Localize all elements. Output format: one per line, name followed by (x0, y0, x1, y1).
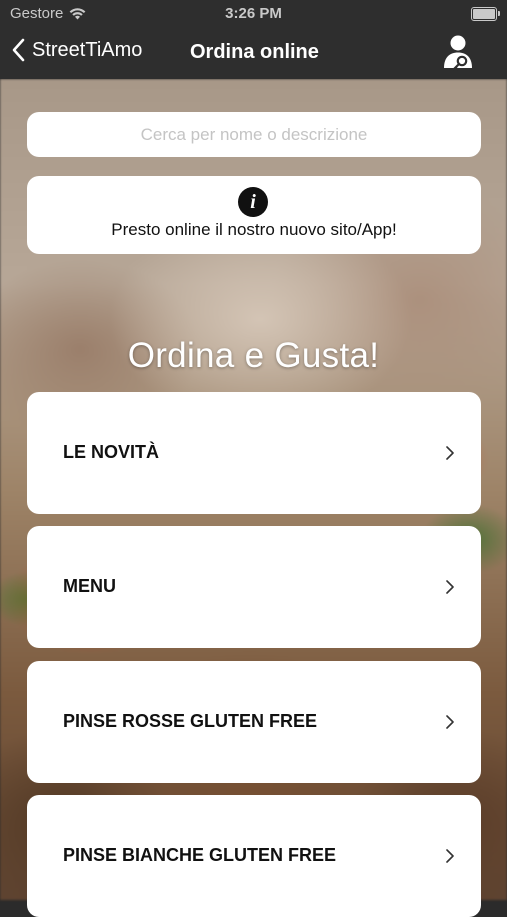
search-input[interactable] (27, 112, 481, 157)
user-account-button[interactable] (443, 34, 475, 72)
chevron-right-icon (446, 715, 454, 729)
top-bar: Gestore 3:26 PM StreetTiAmo Ordina onlin… (0, 0, 507, 79)
info-icon: i (238, 187, 268, 217)
back-button[interactable]: StreetTiAmo (12, 38, 142, 62)
category-menu[interactable]: MENU (27, 526, 481, 648)
chevron-right-icon (446, 849, 454, 863)
category-pinse-rosse[interactable]: PINSE ROSSE GLUTEN FREE (27, 661, 481, 783)
nav-bar: StreetTiAmo Ordina online (0, 28, 507, 79)
section-heading: Ordina e Gusta! (127, 336, 380, 375)
chevron-right-icon (446, 580, 454, 594)
chevron-right-icon (446, 446, 454, 460)
info-card: i Presto online il nostro nuovo sito/App… (27, 176, 481, 254)
info-text: Presto online il nostro nuovo sito/App! (111, 220, 397, 239)
category-label: MENU (63, 576, 116, 596)
category-le-novita[interactable]: LE NOVITÀ (27, 392, 481, 514)
status-bar: Gestore 3:26 PM (0, 0, 507, 28)
category-pinse-bianche[interactable]: PINSE BIANCHE GLUTEN FREE (27, 795, 481, 917)
battery-icon (471, 7, 500, 21)
status-time: 3:26 PM (225, 5, 282, 22)
category-label: LE NOVITÀ (63, 442, 160, 462)
page-title: Ordina online (190, 41, 319, 63)
category-label: PINSE ROSSE GLUTEN FREE (63, 711, 318, 731)
back-label: StreetTiAmo (32, 38, 143, 61)
category-label: PINSE BIANCHE GLUTEN FREE (63, 845, 337, 865)
user-key-icon (444, 35, 472, 71)
chevron-left-icon (12, 38, 25, 62)
